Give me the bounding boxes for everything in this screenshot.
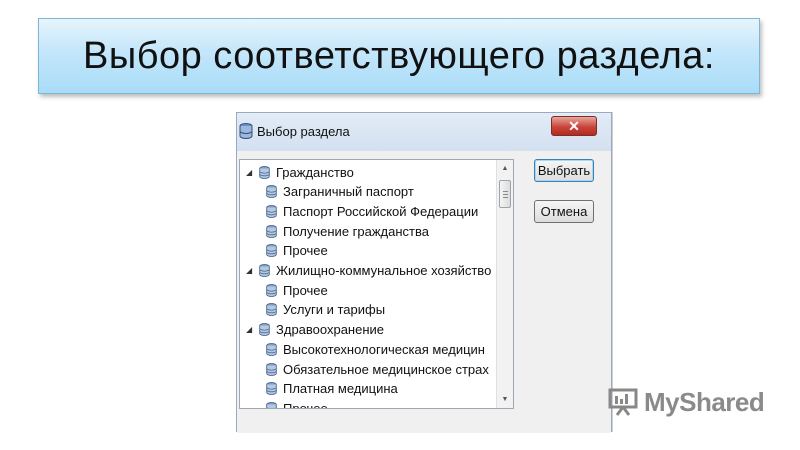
tree-leaf-node[interactable]: Прочее <box>266 280 328 300</box>
tree-leaf-node[interactable]: Платная медицина <box>266 379 398 399</box>
watermark: MyShared <box>608 386 765 417</box>
database-icon <box>239 123 253 139</box>
dialog-client-area: Прочее Платная медицина Обязательное медиц… <box>237 151 611 433</box>
section-tree[interactable]: Прочее Платная медицина Обязательное медиц… <box>239 159 514 409</box>
database-icon <box>266 185 277 199</box>
cancel-button-label: Отмена <box>540 204 588 219</box>
tree-node-label: Прочее <box>283 243 328 259</box>
database-icon <box>259 323 270 336</box>
expanded-triangle-icon[interactable]: ◢ <box>246 168 254 177</box>
close-icon: ✕ <box>568 117 580 134</box>
database-icon <box>266 244 277 258</box>
tree-leaf-node[interactable]: Заграничный паспорт <box>266 182 414 202</box>
select-button-label: Выбрать <box>537 163 591 178</box>
background-divider <box>612 112 623 432</box>
tree-node-label: Гражданство <box>276 164 354 180</box>
database-icon <box>266 362 277 376</box>
tree-node-label: Услуги и тарифы <box>283 302 386 318</box>
database-icon <box>266 303 277 317</box>
tree-group-node[interactable]: ◢ Гражданство <box>246 162 354 182</box>
close-button[interactable]: ✕ <box>551 116 597 136</box>
tree-leaf-node[interactable]: Услуги и тарифы <box>266 300 385 320</box>
tree-group-node[interactable]: ◢ Здравоохранение <box>246 320 384 340</box>
tree-scrollbar[interactable]: ▲ ▼ <box>496 160 513 408</box>
expanded-triangle-icon[interactable]: ◢ <box>246 266 254 275</box>
watermark-text: MyShared <box>644 386 765 417</box>
tree-node-label: Получение гражданства <box>283 223 429 239</box>
database-icon <box>266 342 277 356</box>
dialog-titlebar[interactable]: Выбор раздела ✕ <box>237 113 611 151</box>
tree-node-label: Платная медицина <box>283 381 398 397</box>
tree-node-label: Высокотехнологическая медицин <box>283 341 485 357</box>
tree-node-label: Обязательное медицинское страх <box>283 361 489 377</box>
tree-node-label: Прочее <box>283 400 328 409</box>
tree-leaf-node[interactable]: Получение гражданства <box>266 221 429 241</box>
database-icon <box>266 382 277 396</box>
expanded-triangle-icon[interactable]: ◢ <box>246 325 254 334</box>
scroll-down-arrow-icon[interactable]: ▼ <box>497 391 513 408</box>
dialog-title: Выбор раздела <box>257 124 350 139</box>
database-icon <box>266 224 277 238</box>
tree-node-label: Паспорт Российской Федерации <box>283 203 479 219</box>
tree-group-node[interactable]: ◢ Жилищно-коммунальное хозяйство <box>246 261 491 281</box>
database-icon <box>266 283 277 297</box>
presentation-board-icon <box>608 388 638 416</box>
tree-leaf-node[interactable]: Паспорт Российской Федерации <box>266 201 478 221</box>
tree-leaf-node[interactable]: Обязательное медицинское страх <box>266 359 489 379</box>
select-section-dialog: Выбор раздела ✕ Прочее Платная медицина Об… <box>236 112 612 433</box>
database-icon <box>259 264 270 277</box>
tree-node-label: Здравоохранение <box>276 322 385 338</box>
tree-node-label: Прочее <box>283 282 328 298</box>
database-icon <box>266 401 277 408</box>
tree-node-label: Заграничный паспорт <box>283 184 414 200</box>
cancel-button[interactable]: Отмена <box>534 200 594 223</box>
select-button[interactable]: Выбрать <box>534 159 594 182</box>
scrollbar-thumb[interactable] <box>499 180 511 208</box>
tree-node-label: Жилищно-коммунальное хозяйство <box>276 263 492 278</box>
tree-leaf-node[interactable]: Прочее <box>266 398 328 409</box>
database-icon <box>266 204 277 218</box>
scroll-up-arrow-icon[interactable]: ▲ <box>497 160 513 177</box>
slide-title-text: Выбор соответствующего раздела: <box>83 34 715 77</box>
tree-leaf-node[interactable]: Высокотехнологическая медицин <box>266 339 485 359</box>
tree-leaf-node[interactable]: Прочее <box>266 241 328 261</box>
slide-title: Выбор соответствующего раздела: <box>38 18 760 94</box>
database-icon <box>259 165 270 179</box>
